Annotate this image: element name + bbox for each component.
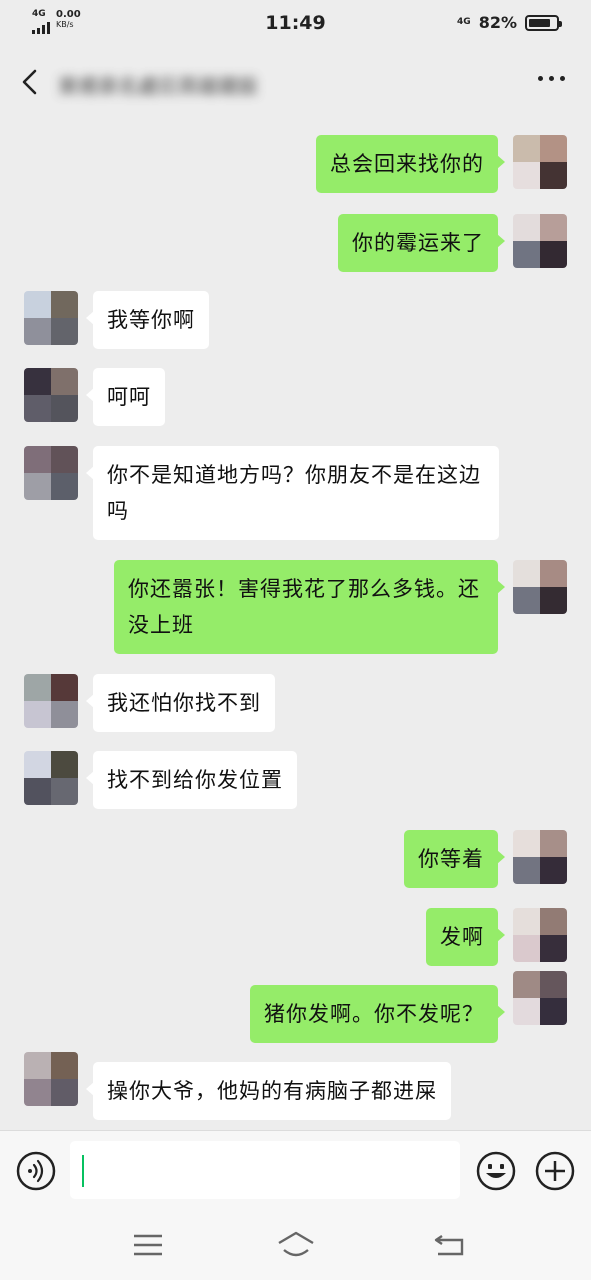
input-bar	[0, 1130, 591, 1210]
menu-icon[interactable]	[130, 1230, 166, 1260]
message-bubble[interactable]: 我等你啊	[86, 291, 209, 349]
message-bubble[interactable]: 你不是知道地方吗？你朋友不是在这边吗	[86, 446, 499, 540]
message-bubble[interactable]: 操你大爷，他妈的有病脑子都进屎	[86, 1062, 451, 1120]
message-bubble[interactable]: 找不到给你发位置	[86, 751, 297, 809]
avatar[interactable]	[513, 214, 567, 268]
network-type-right: 4G	[457, 17, 471, 27]
avatar[interactable]	[24, 446, 78, 500]
status-bar: 4G 0.00 KB/s 11:49 4G 82%	[0, 0, 591, 46]
avatar[interactable]	[24, 1052, 78, 1106]
avatar[interactable]	[24, 674, 78, 728]
back-arrow-icon[interactable]	[18, 68, 42, 96]
avatar[interactable]	[24, 291, 78, 345]
message-bubble[interactable]: 发啊	[426, 908, 505, 966]
chat-header: 東甫泉名處巨英雄建設	[0, 46, 591, 118]
message-list[interactable]: 总会回来找你的 你的霉运来了 我等你啊 呵呵 你不是知道地方吗？你朋友不是在这边…	[0, 118, 591, 1130]
home-icon[interactable]	[276, 1230, 316, 1260]
plus-icon[interactable]	[535, 1151, 575, 1191]
avatar[interactable]	[513, 908, 567, 962]
more-dots-icon[interactable]	[538, 76, 565, 81]
status-right: 4G 82%	[457, 13, 562, 32]
chat-title: 東甫泉名處巨英雄建設	[58, 74, 258, 98]
return-icon[interactable]	[432, 1230, 468, 1260]
message-bubble[interactable]: 总会回来找你的	[316, 135, 505, 193]
voice-icon[interactable]	[16, 1151, 56, 1191]
system-nav-bar	[0, 1210, 591, 1280]
avatar[interactable]	[24, 368, 78, 422]
message-bubble[interactable]: 你的霉运来了	[338, 214, 505, 272]
battery-percent: 82%	[478, 13, 517, 32]
text-cursor	[82, 1155, 84, 1187]
avatar[interactable]	[513, 560, 567, 614]
message-bubble[interactable]: 我还怕你找不到	[86, 674, 275, 732]
message-bubble[interactable]: 你等着	[404, 830, 505, 888]
avatar[interactable]	[513, 135, 567, 189]
avatar[interactable]	[513, 830, 567, 884]
message-bubble[interactable]: 你还嚣张！害得我花了那么多钱。还没上班	[114, 560, 505, 654]
avatar[interactable]	[513, 971, 567, 1025]
message-bubble[interactable]: 猪你发啊。你不发呢？	[250, 985, 505, 1043]
message-input[interactable]	[70, 1141, 460, 1199]
battery-icon	[525, 14, 562, 31]
emoji-icon[interactable]	[476, 1151, 516, 1191]
message-bubble[interactable]: 呵呵	[86, 368, 165, 426]
avatar[interactable]	[24, 751, 78, 805]
